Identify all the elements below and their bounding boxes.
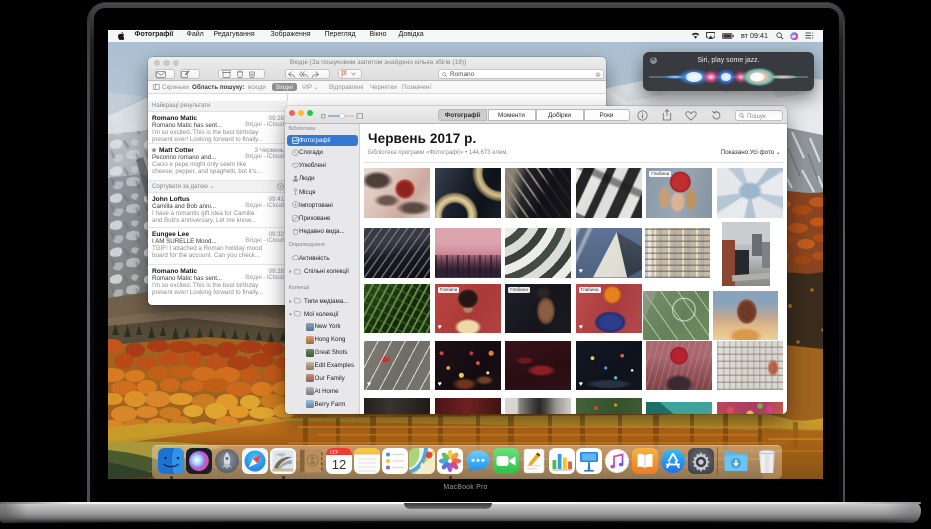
svg-text:СЕР: СЕР [330, 450, 339, 455]
svg-text:12: 12 [331, 457, 345, 472]
